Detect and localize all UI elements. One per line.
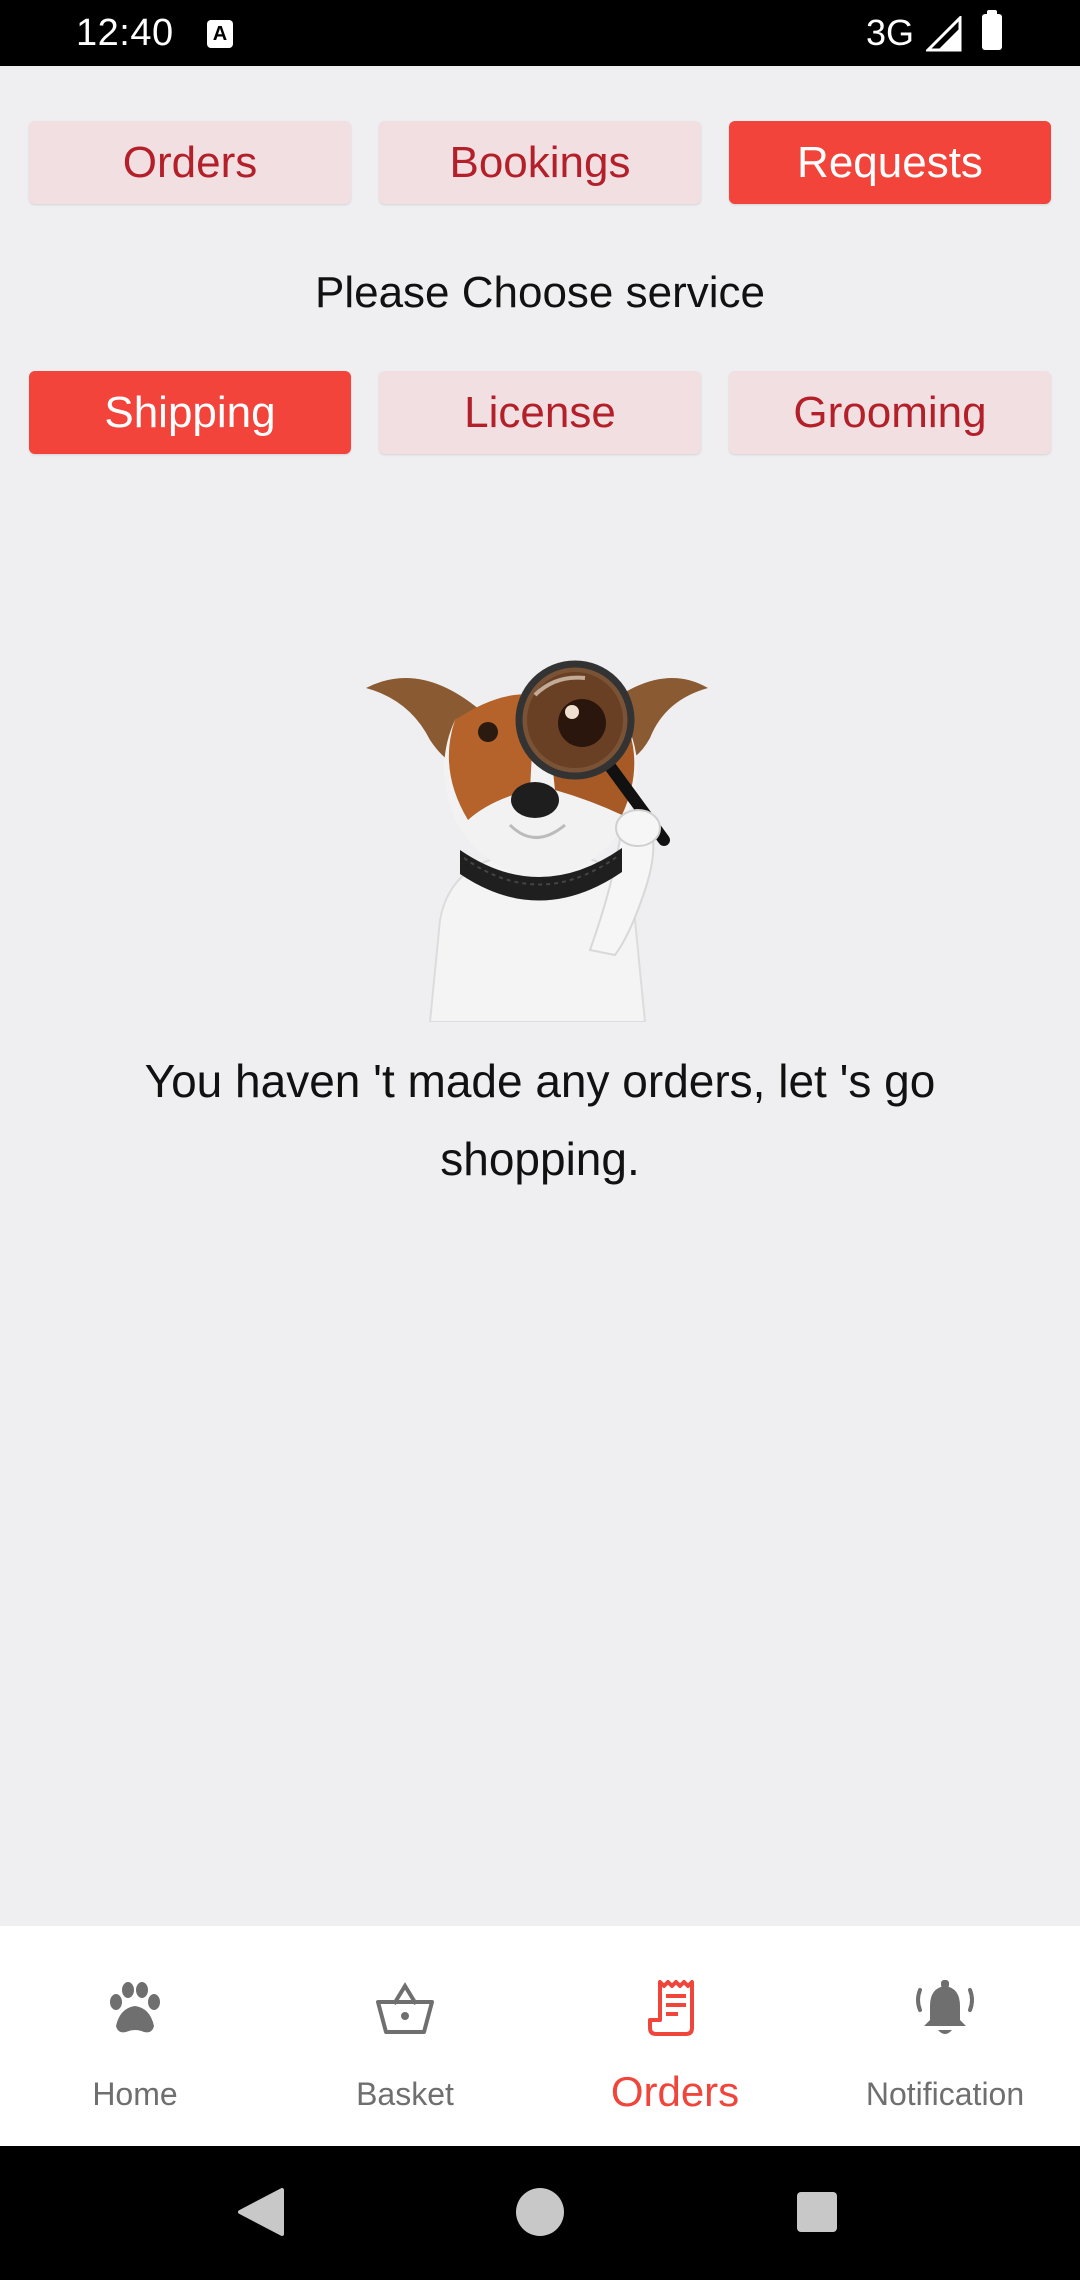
service-shipping-button[interactable]: Shipping: [29, 371, 351, 454]
keyboard-a-icon: A: [207, 20, 233, 48]
paw-icon: [110, 1982, 160, 2033]
choose-service-label: Please Choose service: [314, 268, 765, 317]
empty-orders-message: You haven 't made any orders, let 's go …: [144, 1055, 936, 1185]
service-shipping-label: Shipping: [104, 387, 276, 437]
battery-icon: [982, 10, 1002, 50]
tab-orders[interactable]: Orders: [29, 121, 351, 204]
nav-orders-label: Orders: [610, 2068, 740, 2115]
service-grooming-label: Grooming: [793, 387, 987, 437]
order-type-tabs: Orders Bookings Requests: [29, 121, 1051, 204]
service-grooming-button[interactable]: Grooming: [729, 371, 1051, 454]
signal-icon: [926, 16, 962, 52]
bottom-navigation: Home Basket Orders Notification: [0, 1926, 1080, 2146]
back-icon[interactable]: [236, 2186, 286, 2238]
nav-notification-label: Notification: [865, 2076, 1025, 2112]
tab-orders-label: Orders: [122, 137, 258, 187]
status-time: 12:40: [76, 12, 174, 54]
service-license-button[interactable]: License: [379, 371, 701, 454]
nav-home[interactable]: Home: [0, 1926, 270, 2146]
screen: 12:40 A 3G Orders Bookings Requests Plea…: [0, 0, 1080, 2280]
bell-icon: [916, 1980, 974, 2034]
nav-basket[interactable]: Basket: [270, 1926, 540, 2146]
service-license-label: License: [464, 387, 616, 437]
nav-basket-label: Basket: [356, 2076, 454, 2112]
network-type: 3G: [866, 12, 915, 53]
tab-bookings-label: Bookings: [449, 137, 631, 187]
service-options: Shipping License Grooming: [29, 371, 1051, 454]
dog-magnifier-illustration: [366, 660, 708, 1022]
system-navigation-bar: [0, 2146, 1080, 2280]
nav-notification[interactable]: Notification: [810, 1926, 1080, 2146]
basket-icon: [376, 1982, 434, 2034]
nav-home-label: Home: [92, 2076, 178, 2112]
tab-bookings[interactable]: Bookings: [379, 121, 701, 204]
recent-apps-icon[interactable]: [797, 2192, 837, 2232]
tab-requests[interactable]: Requests: [729, 121, 1051, 204]
nav-orders[interactable]: Orders: [540, 1926, 810, 2146]
home-icon[interactable]: [516, 2188, 564, 2236]
status-bar: 12:40 A 3G: [0, 0, 1080, 66]
tab-requests-label: Requests: [797, 137, 983, 187]
receipt-icon: [648, 1980, 694, 2036]
